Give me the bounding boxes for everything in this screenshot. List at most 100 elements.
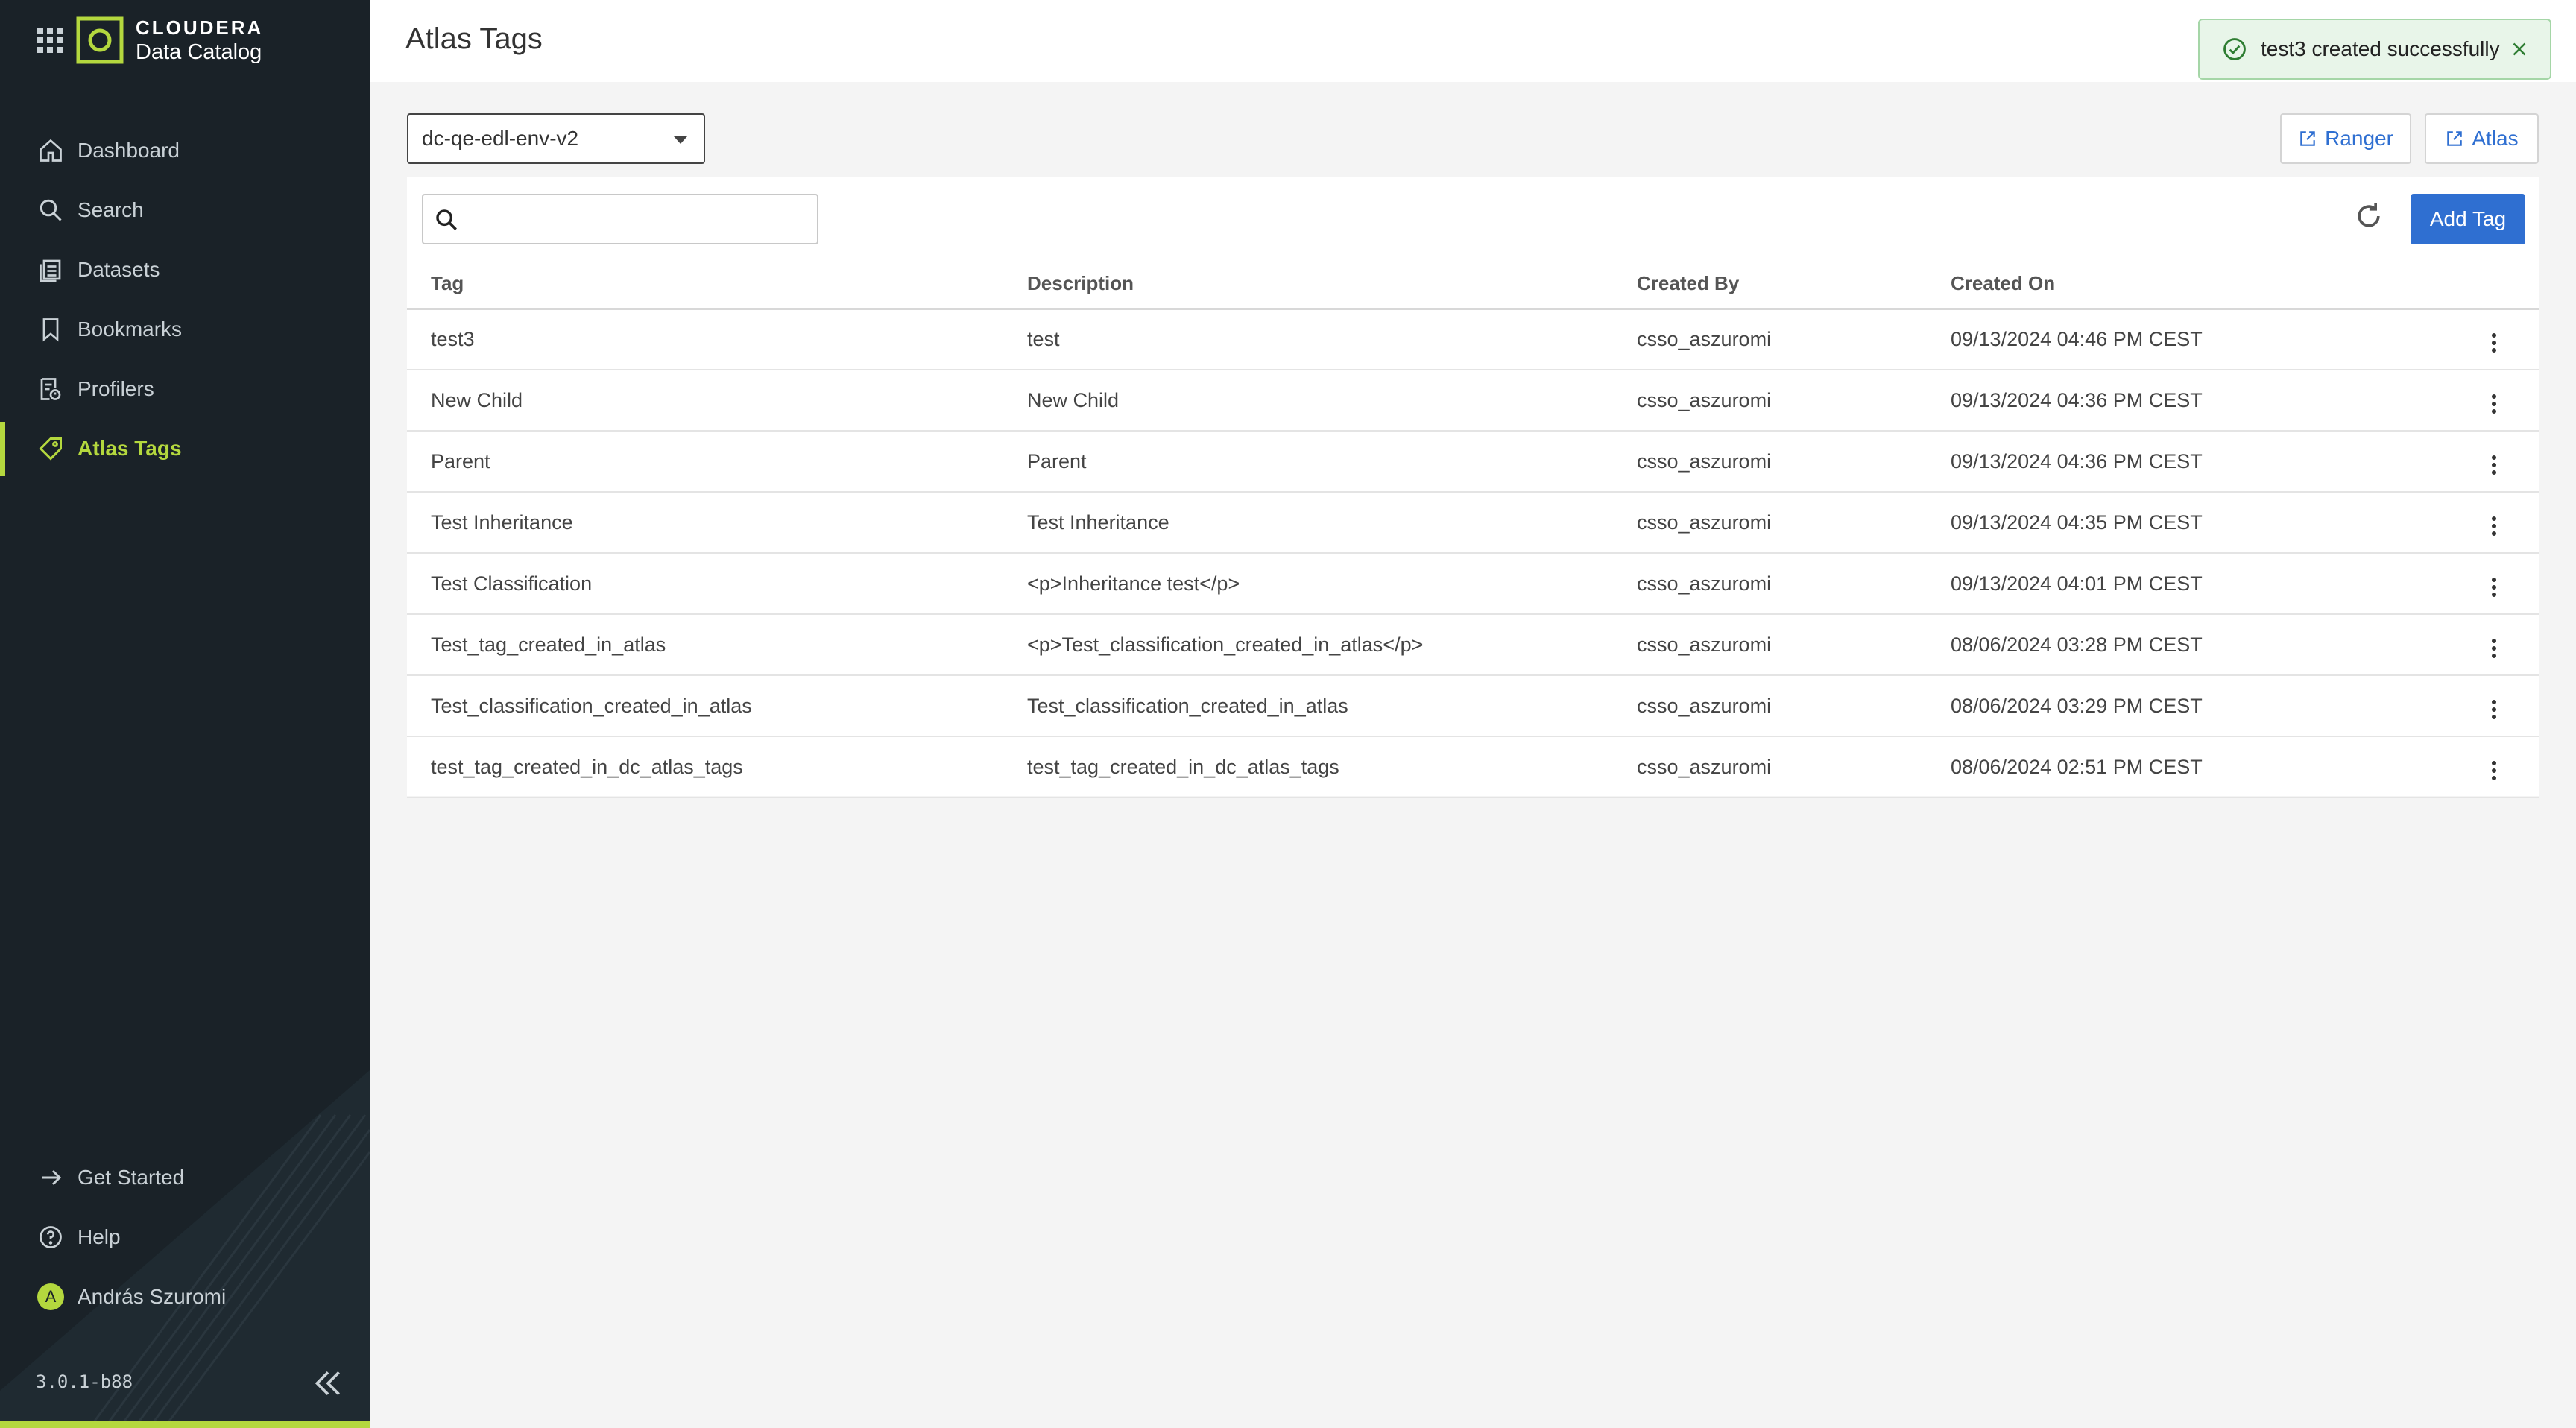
sidebar: CLOUDERA Data Catalog Dashboard Search D…: [0, 0, 370, 1428]
nav-item-search[interactable]: Search: [0, 180, 370, 240]
bookmark-icon: [42, 318, 59, 342]
cell-description: test: [1003, 309, 1613, 370]
cell-created-by: csso_aszuromi: [1613, 675, 1927, 737]
nav-item-bookmarks[interactable]: Bookmarks: [0, 300, 370, 359]
more-actions-icon[interactable]: [2486, 755, 2502, 786]
column-header-actions: [2449, 259, 2539, 310]
nav-item-help[interactable]: Help: [0, 1207, 370, 1267]
cell-description: <p>Inheritance test</p>: [1003, 553, 1613, 615]
nav-item-dashboard[interactable]: Dashboard: [0, 121, 370, 180]
cell-created-on: 09/13/2024 04:36 PM CEST: [1927, 431, 2449, 493]
cell-description: test_tag_created_in_dc_atlas_tags: [1003, 736, 1613, 798]
tags-table: Tag Description Created By Created On te…: [407, 259, 2539, 798]
column-header-tag[interactable]: Tag: [407, 259, 1003, 310]
arrow-right-icon: [42, 1169, 62, 1186]
more-actions-icon[interactable]: [2486, 694, 2502, 725]
more-actions-icon[interactable]: [2486, 511, 2502, 542]
cell-created-by: csso_aszuromi: [1613, 431, 1927, 493]
cell-tag: Test Classification: [407, 553, 1003, 615]
search-box: [422, 194, 818, 244]
more-actions-icon[interactable]: [2486, 449, 2502, 481]
ranger-button[interactable]: Ranger: [2280, 113, 2411, 164]
nav-label: Get Started: [78, 1166, 185, 1189]
external-link-icon: [2300, 131, 2315, 146]
cell-description: Parent: [1003, 431, 1613, 493]
cell-tag: test_tag_created_in_dc_atlas_tags: [407, 736, 1003, 798]
search-icon: [40, 199, 62, 221]
environment-select[interactable]: dc-qe-edl-env-v2: [407, 113, 705, 164]
column-header-description[interactable]: Description: [1003, 259, 1613, 310]
cell-created-by: csso_aszuromi: [1613, 553, 1927, 615]
app-switcher-icon[interactable]: [37, 28, 63, 53]
nav-label: Atlas Tags: [78, 437, 182, 460]
success-toast: test3 created successfully: [2198, 19, 2551, 80]
nav-label: Help: [78, 1225, 121, 1248]
nav-item-get-started[interactable]: Get Started: [0, 1148, 370, 1207]
cell-tag: New Child: [407, 370, 1003, 432]
nav-item-user[interactable]: A András Szuromi: [0, 1267, 370, 1327]
sidebar-accent-bar: [0, 1421, 370, 1428]
cell-tag: test3: [407, 309, 1003, 370]
environment-value: dc-qe-edl-env-v2: [422, 127, 579, 150]
chevron-down-icon: [674, 136, 687, 144]
cell-created-by: csso_aszuromi: [1613, 370, 1927, 432]
cell-tag: Parent: [407, 431, 1003, 493]
nav-item-profilers[interactable]: Profilers: [0, 359, 370, 419]
close-icon[interactable]: [2508, 38, 2531, 60]
column-header-created-on[interactable]: Created On: [1927, 259, 2449, 310]
avatar: A: [37, 1283, 64, 1310]
main-nav: Dashboard Search Datasets Bookmarks Prof…: [0, 121, 370, 478]
table-row[interactable]: Test_tag_created_in_atlas <p>Test_classi…: [407, 614, 2539, 676]
cell-created-on: 08/06/2024 02:51 PM CEST: [1927, 736, 2449, 798]
refresh-icon[interactable]: [2352, 200, 2385, 233]
product-name: Data Catalog: [136, 40, 262, 64]
table-row[interactable]: Parent Parent csso_aszuromi 09/13/2024 0…: [407, 431, 2539, 493]
cell-created-on: 09/13/2024 04:36 PM CEST: [1927, 370, 2449, 432]
atlas-button[interactable]: Atlas: [2425, 113, 2539, 164]
cell-tag: Test_tag_created_in_atlas: [407, 614, 1003, 676]
nav-label: Datasets: [78, 258, 160, 281]
table-row[interactable]: New Child New Child csso_aszuromi 09/13/…: [407, 370, 2539, 432]
search-icon: [436, 209, 457, 230]
ranger-label: Ranger: [2325, 127, 2393, 150]
cell-created-by: csso_aszuromi: [1613, 309, 1927, 370]
cell-created-on: 09/13/2024 04:46 PM CEST: [1927, 309, 2449, 370]
cell-created-by: csso_aszuromi: [1613, 614, 1927, 676]
more-actions-icon[interactable]: [2486, 388, 2502, 420]
cell-tag: Test Inheritance: [407, 492, 1003, 554]
brand-name: CLOUDERA: [136, 16, 264, 39]
nav-label: Profilers: [78, 377, 154, 400]
cell-description: New Child: [1003, 370, 1613, 432]
home-icon: [40, 139, 62, 162]
nav-label: Dashboard: [78, 139, 180, 162]
version-label: 3.0.1-b88: [36, 1371, 133, 1392]
more-actions-icon[interactable]: [2486, 572, 2502, 603]
cloudera-logo-icon: [76, 16, 124, 64]
search-input[interactable]: [468, 200, 811, 238]
tag-icon: [39, 437, 62, 461]
table-row[interactable]: Test Inheritance Test Inheritance csso_a…: [407, 492, 2539, 554]
table-row[interactable]: test3 test csso_aszuromi 09/13/2024 04:4…: [407, 309, 2539, 370]
table-row[interactable]: Test Classification <p>Inheritance test<…: [407, 553, 2539, 615]
cell-description: Test_classification_created_in_atlas: [1003, 675, 1613, 737]
column-header-created-by[interactable]: Created By: [1613, 259, 1927, 310]
more-actions-icon[interactable]: [2486, 633, 2502, 664]
toast-message: test3 created successfully: [2261, 37, 2500, 60]
cell-description: <p>Test_classification_created_in_atlas<…: [1003, 614, 1613, 676]
nav-label: Search: [78, 198, 144, 221]
table-header-row: Tag Description Created By Created On: [407, 259, 2539, 310]
add-tag-button[interactable]: Add Tag: [2411, 194, 2525, 244]
datasets-icon: [40, 259, 61, 282]
tags-panel: Add Tag Tag Description Created By Creat…: [407, 177, 2539, 798]
cell-description: Test Inheritance: [1003, 492, 1613, 554]
user-name: András Szuromi: [78, 1285, 227, 1308]
table-row[interactable]: test_tag_created_in_dc_atlas_tags test_t…: [407, 736, 2539, 798]
cell-created-on: 09/13/2024 04:35 PM CEST: [1927, 492, 2449, 554]
table-row[interactable]: Test_classification_created_in_atlas Tes…: [407, 675, 2539, 737]
nav-label: Bookmarks: [78, 317, 183, 341]
nav-item-datasets[interactable]: Datasets: [0, 240, 370, 300]
more-actions-icon[interactable]: [2486, 327, 2502, 358]
nav-item-atlas-tags[interactable]: Atlas Tags: [0, 419, 370, 478]
collapse-sidebar-icon[interactable]: [312, 1367, 344, 1400]
cell-created-by: csso_aszuromi: [1613, 492, 1927, 554]
